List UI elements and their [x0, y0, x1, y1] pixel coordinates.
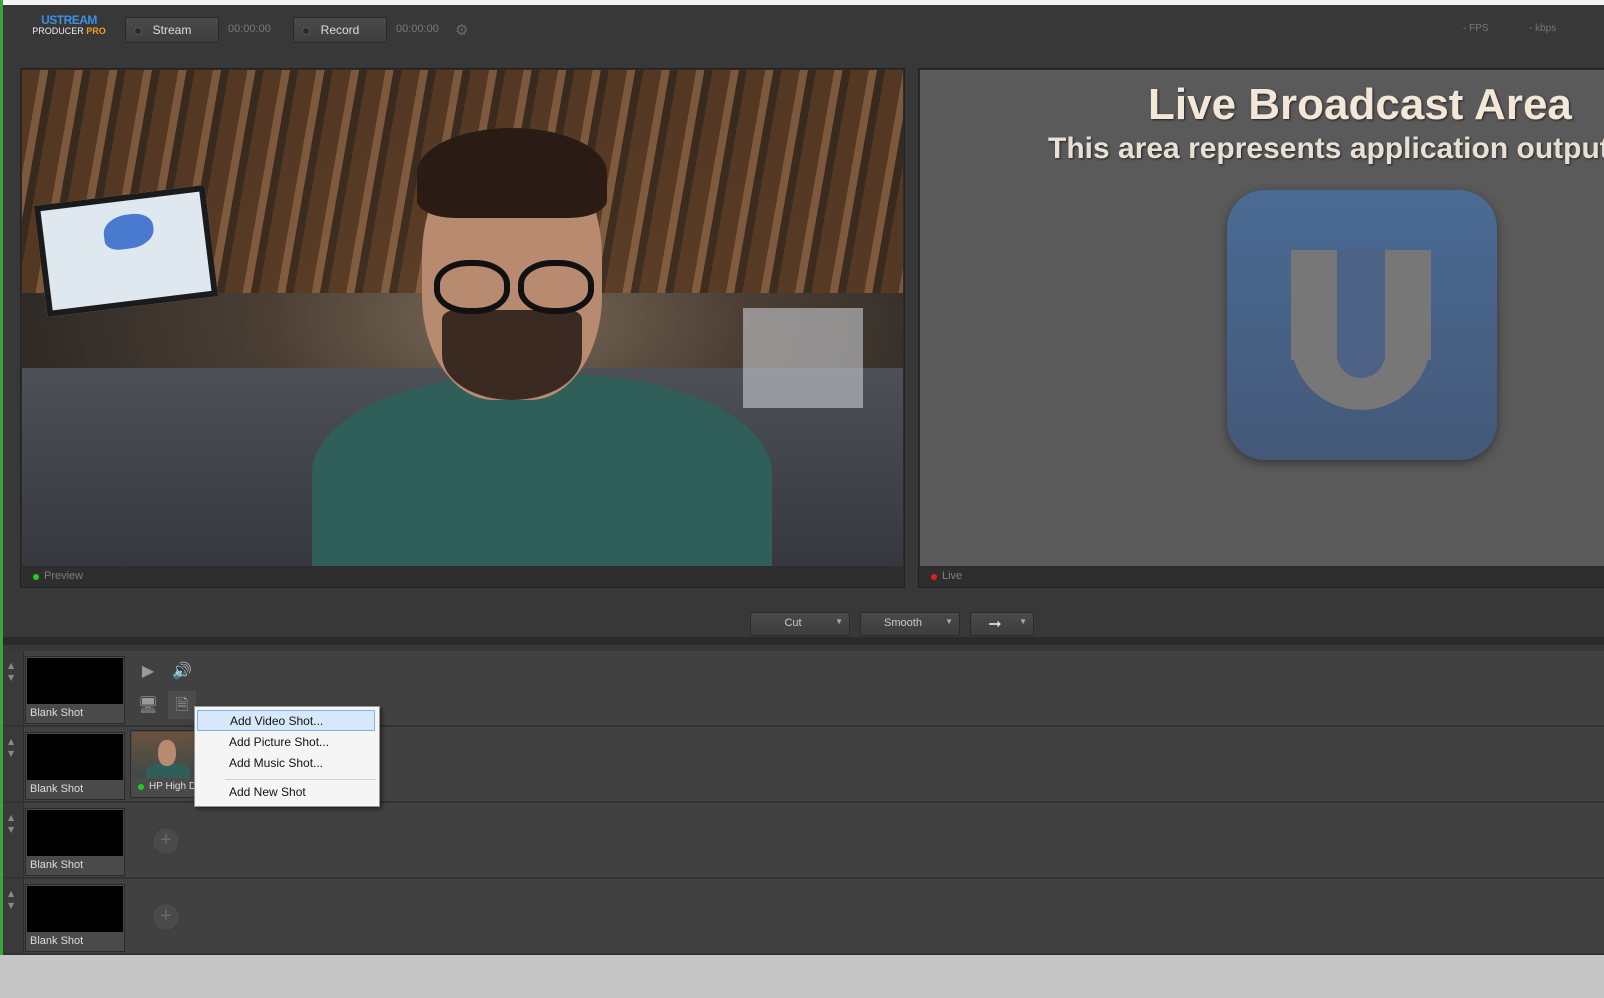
row-drag-handle[interactable]: ▲ ▼: [3, 727, 24, 801]
shot-name: Blank Shot: [30, 707, 84, 719]
fps-readout: - FPS: [1463, 23, 1489, 34]
menu-item-label: Add Video Shot...: [230, 714, 324, 728]
menu-item-add-video-shot[interactable]: Add Video Shot...: [197, 710, 375, 731]
preview-status-dot: [33, 574, 39, 580]
shot-name: Blank Shot: [30, 783, 84, 795]
smooth-label: Smooth: [884, 617, 922, 629]
logo-pro: PRO: [86, 26, 106, 36]
logo-producer: PRODUCER: [32, 26, 84, 36]
shot-thumbnail: [27, 810, 123, 856]
person-body: [312, 375, 772, 566]
speaker-icon[interactable]: 🔊: [168, 657, 196, 685]
record-timer: 00:00:00: [396, 23, 439, 35]
logo-line1: USTREAM: [41, 13, 97, 27]
live-label: Live: [942, 570, 963, 582]
camera-shot[interactable]: HP High Definition: [130, 730, 198, 798]
live-panel[interactable]: Live Broadcast Area This area represents…: [918, 68, 1604, 588]
ustream-logo-icon: [1227, 190, 1497, 460]
menu-item-label: Add Music Shot...: [229, 756, 324, 770]
preview-panel[interactable]: Preview: [20, 68, 905, 588]
monitor-icon[interactable]: 🖥: [134, 691, 162, 719]
cut-label: Cut: [784, 617, 802, 629]
shot-name: Blank Shot: [30, 935, 84, 947]
app-logo: USTREAM PRODUCER PRO: [29, 13, 109, 45]
gear-icon[interactable]: ⚙: [455, 22, 471, 38]
shot-name: Blank Shot: [30, 859, 84, 871]
camera-thumbnail: [132, 732, 196, 778]
stream-timer: 00:00:00: [228, 23, 271, 35]
chevron-down-icon: ▼: [835, 617, 843, 626]
chevron-down-icon: ▼: [1019, 617, 1027, 626]
arrow-right-icon: ➞: [988, 616, 1002, 633]
top-toolbar: USTREAM PRODUCER PRO Stream 00:00:00 Rec…: [3, 5, 1604, 55]
section-divider: [3, 637, 1604, 645]
blank-shot-3[interactable]: Blank Shot: [25, 808, 125, 876]
smooth-transition-dropdown[interactable]: Smooth ▼: [860, 612, 960, 636]
live-title: Live Broadcast Area: [1148, 80, 1572, 129]
shot-thumbnail: [27, 734, 123, 780]
stream-label: Stream: [152, 23, 192, 37]
person-glasses: [434, 260, 594, 314]
row-drag-handle[interactable]: ▲ ▼: [3, 803, 24, 877]
chevron-down-icon: ▼: [945, 617, 953, 626]
menu-item-label: Add Picture Shot...: [229, 735, 330, 749]
menu-item-add-new-shot[interactable]: Add New Shot: [197, 782, 375, 803]
scene-tv: [33, 184, 219, 318]
live-subtitle: This area represents application output: [1048, 132, 1604, 165]
record-button[interactable]: Record: [293, 17, 387, 43]
kbps-readout: - kbps: [1529, 23, 1557, 34]
bottom-status-bar: [0, 955, 1604, 998]
shot-row-4: ▲ ▼ Blank Shot +: [3, 879, 1604, 955]
video-camera-icon[interactable]: ▶: [134, 657, 162, 685]
scene-window: [743, 308, 863, 409]
blank-shot-4[interactable]: Blank Shot: [25, 884, 125, 952]
go-live-button[interactable]: ➞ ▼: [970, 612, 1034, 636]
shot-thumbnail: [27, 886, 123, 932]
record-label: Record: [320, 23, 360, 37]
cut-transition-dropdown[interactable]: Cut ▼: [750, 612, 850, 636]
menu-item-label: Add New Shot: [229, 785, 306, 799]
person-hair: [417, 128, 607, 218]
menu-separator: [225, 779, 376, 780]
camera-shot-name: HP High Definition: [149, 781, 195, 792]
add-shot-context-menu: Add Video Shot... Add Picture Shot... Ad…: [194, 706, 380, 807]
scene-tv-image: [101, 211, 156, 252]
row-drag-handle[interactable]: ▲ ▼: [3, 879, 24, 953]
person-beard: [442, 310, 582, 400]
preview-video: [22, 70, 903, 566]
stream-button[interactable]: Stream: [125, 17, 219, 43]
live-video: Live Broadcast Area This area represents…: [920, 70, 1604, 566]
shot-thumbnail: [27, 658, 123, 704]
menu-item-add-picture-shot[interactable]: Add Picture Shot...: [197, 732, 375, 753]
preview-label: Preview: [44, 570, 84, 582]
menu-item-add-music-shot[interactable]: Add Music Shot...: [197, 753, 375, 774]
blank-shot-1[interactable]: Blank Shot: [25, 656, 125, 724]
row-drag-handle[interactable]: ▲ ▼: [3, 651, 24, 725]
live-footer: Live: [919, 567, 1604, 587]
live-status-dot: [931, 574, 937, 580]
add-shot-plus-icon[interactable]: +: [152, 903, 180, 931]
blank-shot-2[interactable]: Blank Shot: [25, 732, 125, 800]
shot-row-3: ▲ ▼ Blank Shot +: [3, 803, 1604, 879]
preview-footer: Preview: [21, 567, 904, 587]
document-icon[interactable]: 🗎: [168, 691, 196, 719]
add-shot-plus-icon[interactable]: +: [152, 827, 180, 855]
logo-line2: PRODUCER PRO: [29, 26, 109, 37]
camera-status-dot: [138, 784, 144, 790]
